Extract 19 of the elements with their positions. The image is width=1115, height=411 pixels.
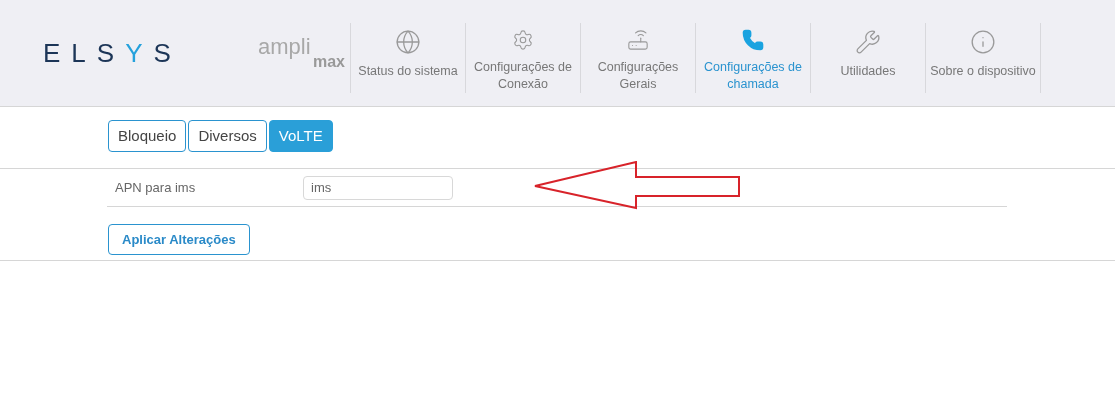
tab[interactable]: Diversos bbox=[188, 120, 267, 152]
input-field[interactable]: ims bbox=[303, 175, 453, 200]
nav-item[interactable]: Configurações de chamada bbox=[696, 23, 811, 93]
field-label: APN para ims bbox=[115, 178, 197, 197]
tab[interactable]: VoLTE bbox=[268, 120, 333, 152]
nav-item[interactable]: Configurações Gerais bbox=[581, 23, 696, 93]
nav-item[interactable]: Configurações de Conexão bbox=[466, 23, 581, 93]
wrench-icon bbox=[855, 29, 881, 55]
apply-button[interactable]: Aplicar Alterações bbox=[108, 224, 250, 255]
phone-icon bbox=[740, 29, 766, 51]
globe-icon bbox=[395, 29, 421, 55]
product-logo-text: ampli bbox=[258, 36, 311, 58]
product-logo-text: max bbox=[312, 54, 345, 70]
nav-item[interactable]: Status do sistema bbox=[351, 23, 466, 93]
nav-item[interactable]: Sobre o dispositivo bbox=[926, 23, 1041, 93]
nav-item[interactable]: Utilidades bbox=[811, 23, 926, 93]
router-icon bbox=[625, 29, 651, 51]
tab[interactable]: Bloqueio bbox=[108, 120, 187, 152]
info-icon bbox=[970, 29, 996, 55]
